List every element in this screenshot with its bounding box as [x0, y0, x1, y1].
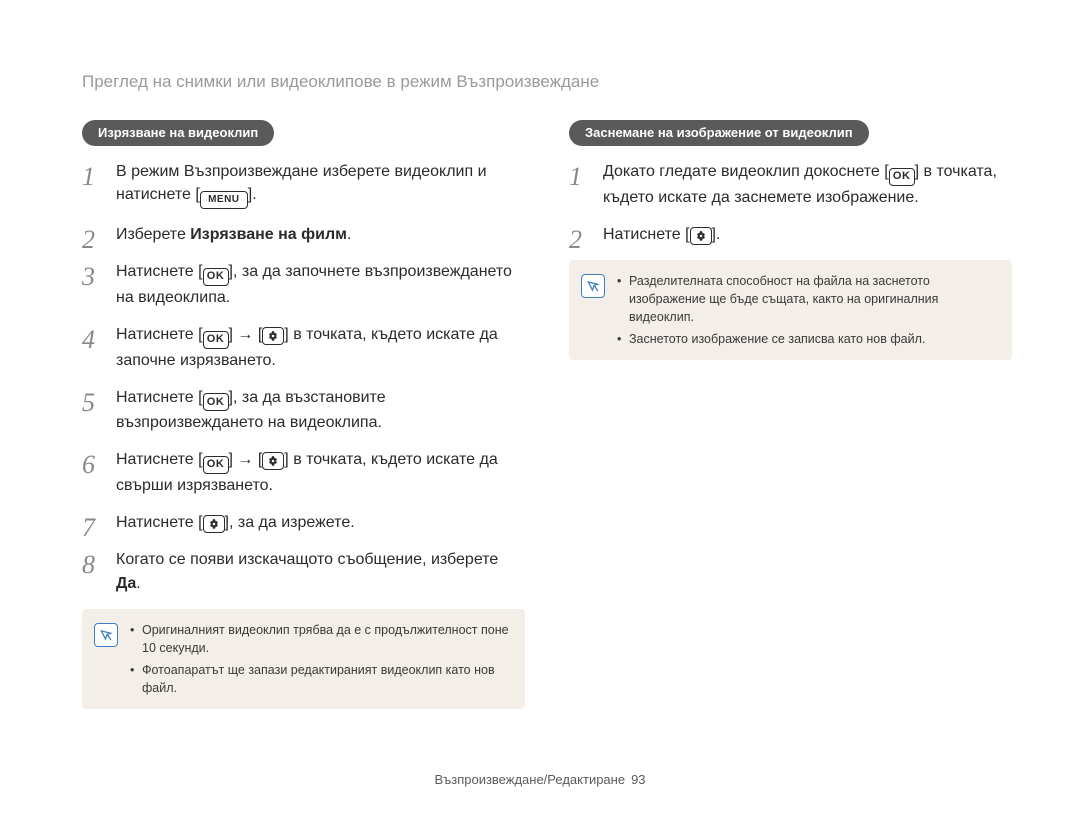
note-box-left: Оригиналният видеоклип трябва да е с про… [82, 609, 525, 710]
footer-section: Възпроизвеждане/Редактиране [434, 772, 625, 787]
step-text: Изберете [116, 226, 190, 243]
note-box-right: Разделителната способност на файла на за… [569, 260, 1012, 361]
step: Натиснете [ ]. [569, 223, 1012, 246]
step: Натиснете [OK], за да започнете възпроиз… [82, 260, 525, 309]
step: Натиснете [ ], за да изрежете. [82, 511, 525, 534]
note-item: Заснетото изображение се записва като но… [617, 330, 998, 348]
step-text: . [347, 226, 351, 243]
macro-icon [262, 327, 284, 345]
step-text: ] → [ [229, 451, 263, 468]
macro-icon [262, 452, 284, 470]
step: Натиснете [OK], за да възстановите възпр… [82, 386, 525, 435]
step-text: Натиснете [ [116, 389, 203, 406]
step-text: Когато се появи изскачащото съобщение, и… [116, 551, 498, 568]
step-text: . [136, 575, 140, 592]
ok-icon: OK [203, 331, 229, 349]
ok-icon: OK [203, 268, 229, 286]
info-icon [581, 274, 605, 298]
footer-page-number: 93 [631, 772, 645, 787]
ok-icon: OK [889, 168, 915, 186]
step-text: ], за да изрежете. [225, 514, 355, 531]
content-columns: Изрязване на видеоклип В режим Възпроизв… [82, 120, 1012, 709]
macro-icon [203, 515, 225, 533]
step-text: Натиснете [ [116, 514, 203, 531]
page-header: Преглед на снимки или видеоклипове в реж… [82, 72, 1012, 92]
step-text: Докато гледате видеоклип докоснете [ [603, 163, 889, 180]
page-footer: Възпроизвеждане/Редактиране 93 [0, 772, 1080, 787]
step-text: Натиснете [ [603, 226, 690, 243]
right-steps: Докато гледате видеоклип докоснете [OK] … [569, 160, 1012, 246]
step: Изберете Изрязване на филм. [82, 223, 525, 246]
note-item: Разделителната способност на файла на за… [617, 272, 998, 326]
step: Когато се появи изскачащото съобщение, и… [82, 548, 525, 594]
macro-icon [690, 227, 712, 245]
step-text: Натиснете [ [116, 326, 203, 343]
step: Докато гледате видеоклип докоснете [OK] … [569, 160, 1012, 209]
step-text-bold: Да [116, 575, 136, 592]
ok-icon: OK [203, 393, 229, 411]
step: Натиснете [OK] → [ ] в точката, където и… [82, 448, 525, 497]
info-icon [94, 623, 118, 647]
ok-icon: OK [203, 456, 229, 474]
left-column: Изрязване на видеоклип В режим Възпроизв… [82, 120, 525, 709]
step: Натиснете [OK] → [ ] в точката, където и… [82, 323, 525, 372]
step-text: Натиснете [ [116, 451, 203, 468]
left-steps: В режим Възпроизвеждане изберете видеокл… [82, 160, 525, 595]
step-text-bold: Изрязване на филм [190, 226, 347, 243]
section-title-left: Изрязване на видеоклип [82, 120, 274, 146]
note-item: Фотоапаратът ще запази редактираният вид… [130, 661, 511, 697]
step: В режим Възпроизвеждане изберете видеокл… [82, 160, 525, 209]
right-column: Заснемане на изображение от видеоклип До… [569, 120, 1012, 709]
note-list: Разделителната способност на файла на за… [617, 272, 998, 349]
menu-icon: MENU [200, 191, 248, 209]
note-item: Оригиналният видеоклип трябва да е с про… [130, 621, 511, 657]
step-text: В режим Възпроизвеждане изберете видеокл… [116, 163, 487, 203]
step-text: ]. [712, 226, 721, 243]
step-text: Натиснете [ [116, 263, 203, 280]
manual-page: Преглед на снимки или видеоклипове в реж… [0, 0, 1080, 815]
step-text: ] → [ [229, 326, 263, 343]
section-title-right: Заснемане на изображение от видеоклип [569, 120, 869, 146]
step-text: ]. [248, 186, 257, 203]
note-list: Оригиналният видеоклип трябва да е с про… [130, 621, 511, 698]
